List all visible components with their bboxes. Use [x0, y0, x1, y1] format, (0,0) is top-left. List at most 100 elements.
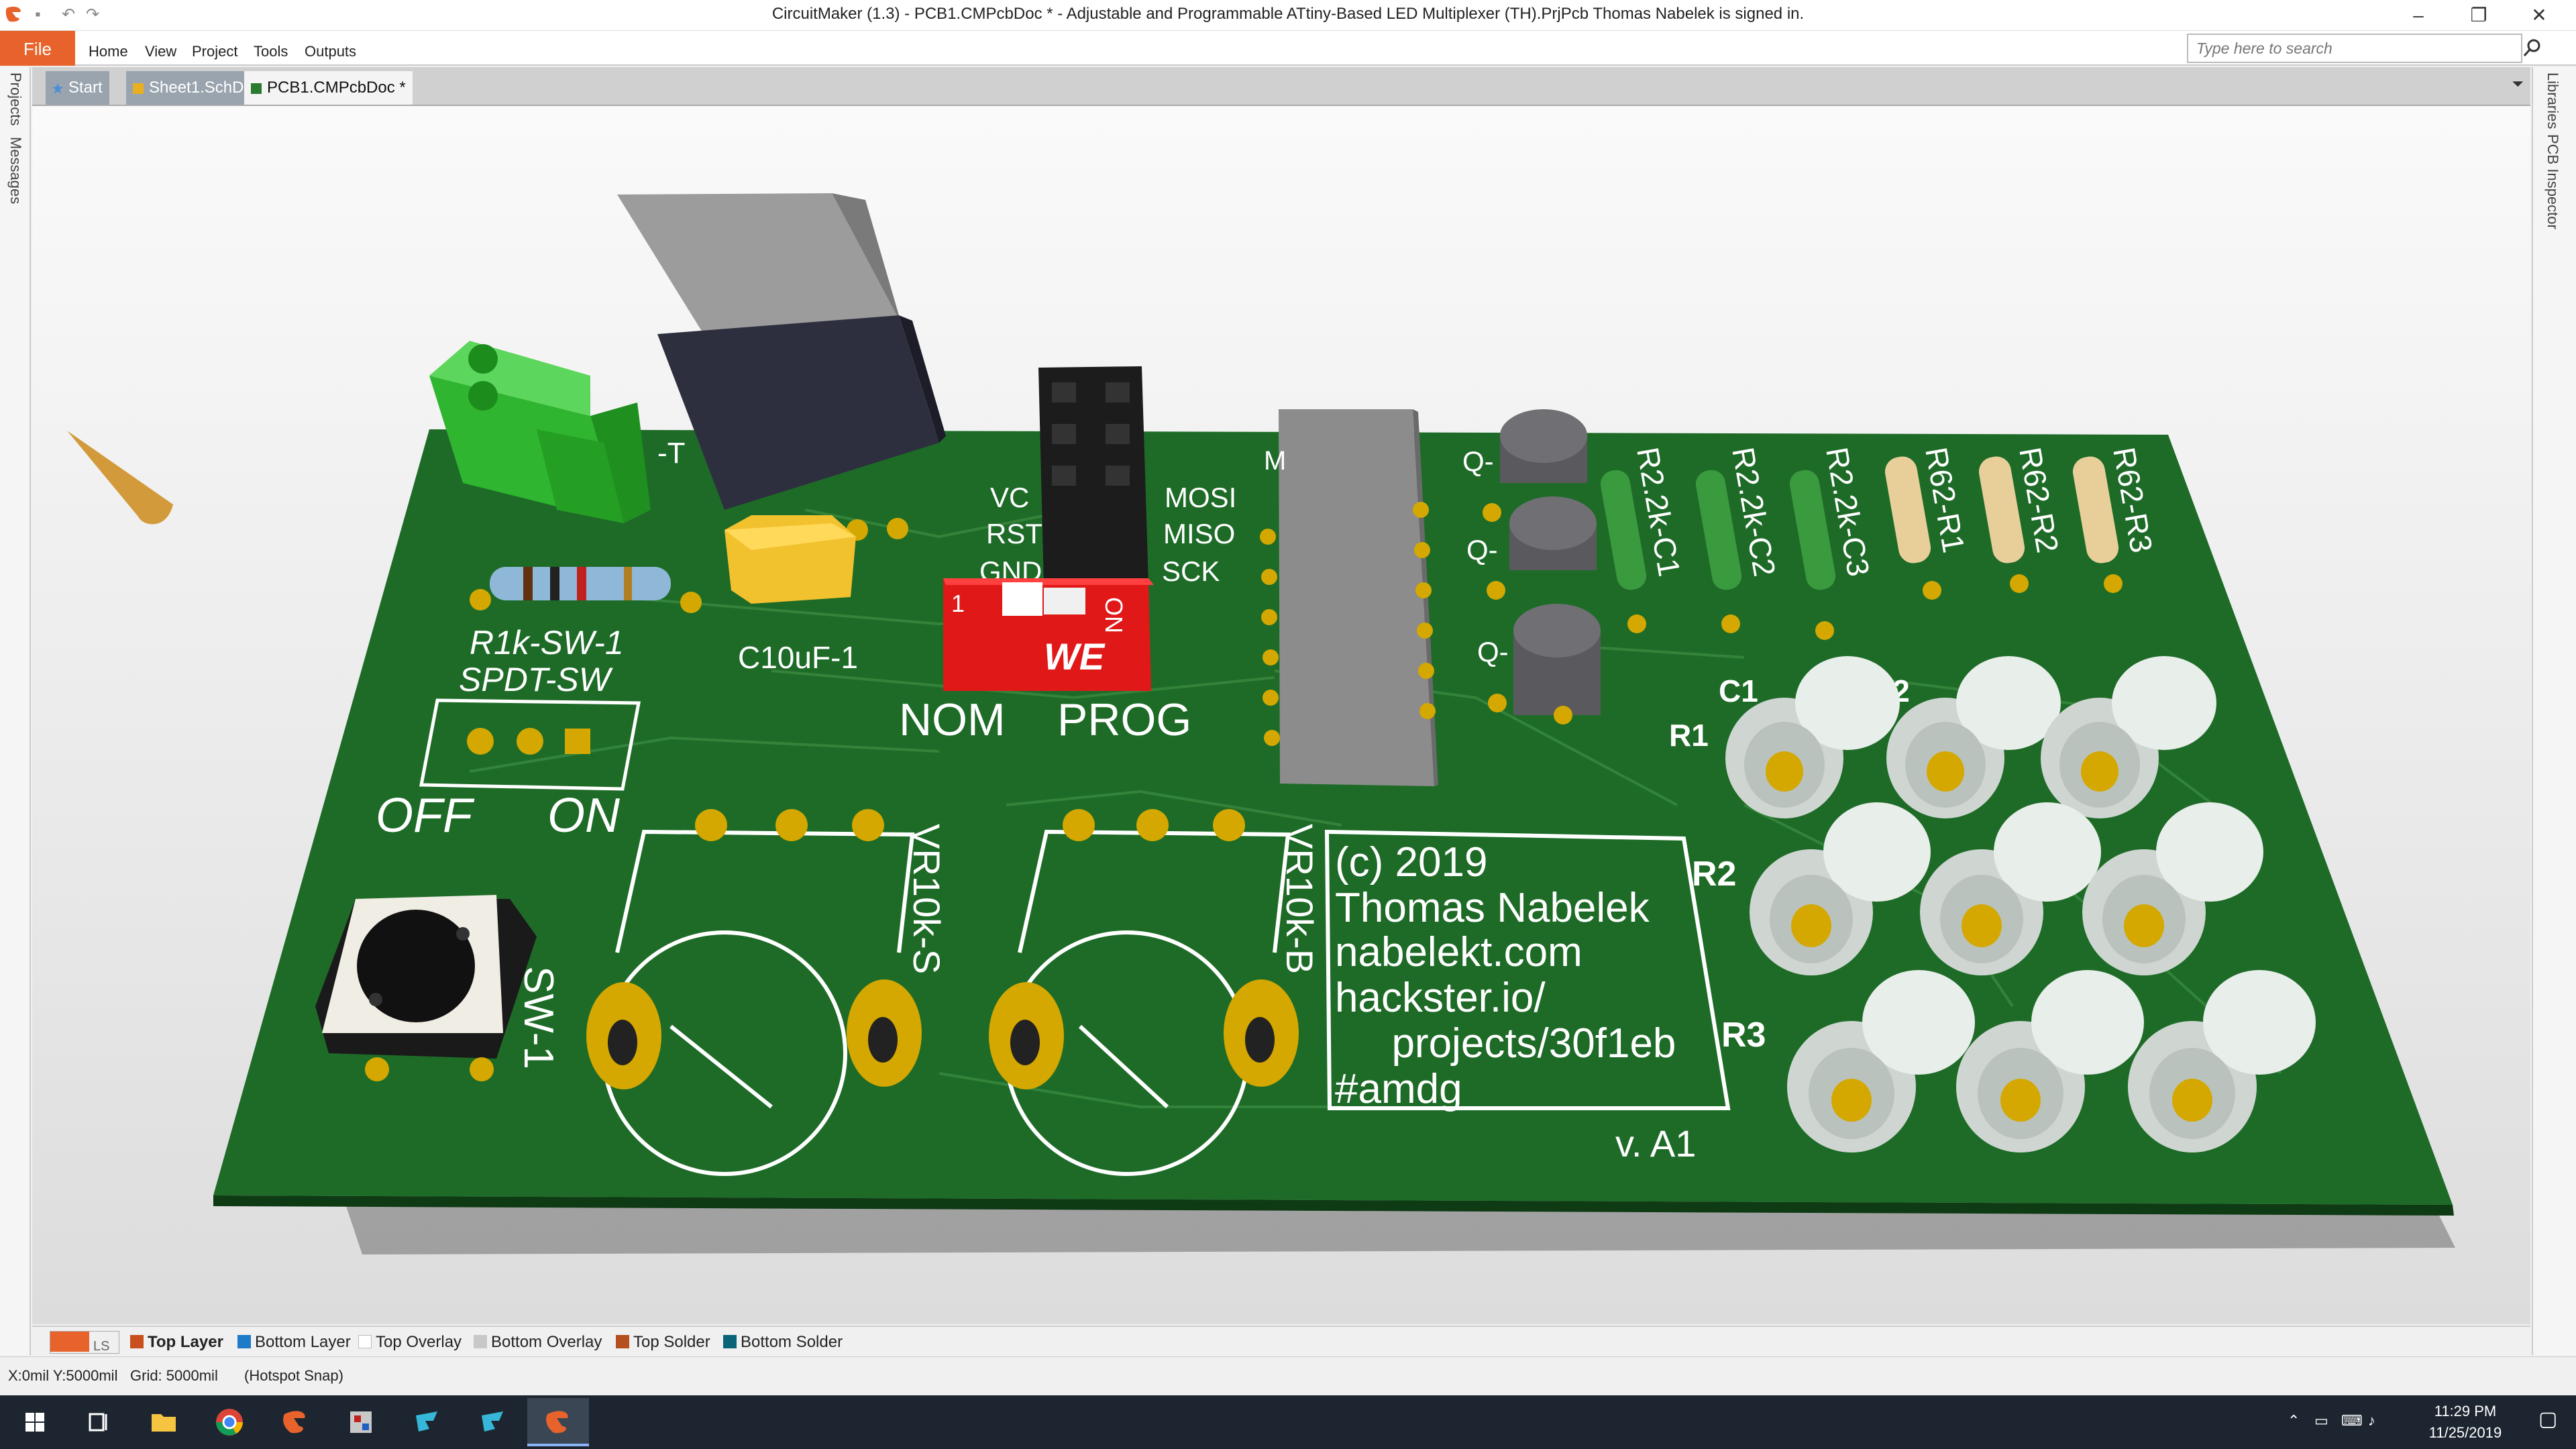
silk-q1: Q- [1462, 445, 1494, 477]
current-layer-swatch [50, 1332, 89, 1352]
capacitor-c10uf[interactable] [724, 515, 856, 604]
layer-label: Bottom Layer [255, 1333, 351, 1351]
pcb-3d-viewport[interactable]: -T C10uF-1 R1k-SW-1 SPDT-SW OFF ON SW-1 … [32, 106, 2530, 1324]
silk-prog: PROG [1057, 694, 1191, 745]
taskbar: ⌃ ▭ ⌨ ♪ 11:29 PM 11/25/2019 ▢ [0, 1395, 2576, 1449]
doc-tab-pcb[interactable]: PCB1.CMPcbDoc * [244, 71, 413, 105]
pcb-3d-view[interactable]: -T C10uF-1 R1k-SW-1 SPDT-SW OFF ON SW-1 … [32, 106, 2530, 1324]
silk-on: ON [547, 789, 621, 843]
silk-nom: NOM [899, 694, 1006, 745]
silk-sck: SCK [1162, 555, 1220, 587]
volume-icon[interactable]: ♪ [2368, 1411, 2375, 1430]
file-button[interactable]: File [0, 31, 75, 66]
ic-attiny[interactable] [1279, 409, 1438, 786]
search-input[interactable] [2187, 34, 2522, 63]
layer-tab-top[interactable]: Top Layer [130, 1332, 223, 1352]
title-bar: ▪ ↶ ↷ CircuitMaker (1.3) - PCB1.CMPcbDoc… [0, 0, 2576, 31]
document-tabs: Start Sheet1.SchDoc PCB1.CMPcbDoc * ⏷ [32, 67, 2530, 106]
tab-view[interactable]: View [145, 43, 176, 60]
circuitmaker-active-icon[interactable] [527, 1398, 589, 1446]
app-taskbar-icon[interactable] [330, 1398, 392, 1446]
search-icon[interactable] [2522, 38, 2542, 58]
windows-start-icon[interactable] [4, 1398, 66, 1446]
network-icon[interactable]: ⌨ [2341, 1411, 2363, 1430]
panel-tab-projects[interactable]: Projects [7, 72, 24, 125]
status-snap: (Hotspot Snap) [244, 1367, 343, 1384]
status-coords: X:0mil Y:5000mil [8, 1367, 118, 1384]
credit-line: hackster.io/ [1335, 975, 1546, 1021]
close-button[interactable]: ✕ [2502, 0, 2576, 31]
dip-number: 1 [951, 590, 965, 617]
layer-swatch [237, 1335, 251, 1348]
tab-tools[interactable]: Tools [254, 43, 288, 60]
tab-list-icon[interactable]: ⏷ [2512, 75, 2524, 93]
silk-rst: RST [986, 518, 1042, 549]
layer-swatch [616, 1335, 629, 1348]
silk-row-r2: R2 [1692, 855, 1736, 894]
tray-time[interactable]: 11:29 PM [2415, 1402, 2516, 1421]
chrome-icon[interactable] [199, 1398, 260, 1446]
silk-q3: Q- [1477, 636, 1509, 667]
dip-brand: WE [1044, 635, 1106, 678]
silk-row-r1: R1 [1669, 718, 1709, 753]
layer-swatch [723, 1335, 737, 1348]
layer-tab-bottom-solder[interactable]: Bottom Solder [723, 1332, 843, 1352]
silk-cap-label: C10uF-1 [738, 640, 858, 675]
credit-line: (c) 2019 [1335, 839, 1487, 885]
left-panel: Projects Messages [0, 67, 31, 1355]
layer-tab-bottom[interactable]: Bottom Layer [237, 1332, 351, 1352]
silk-version: v. A1 [1615, 1122, 1696, 1165]
tab-project[interactable]: Project [192, 43, 237, 60]
layer-tab-top-overlay[interactable]: Top Overlay [358, 1332, 462, 1352]
layer-tabs: LS Top Layer Bottom Layer Top Overlay Bo… [32, 1326, 2530, 1356]
credit-line: nabelekt.com [1335, 929, 1582, 975]
isp-header[interactable] [1038, 366, 1148, 585]
silk-m: M [1264, 446, 1286, 476]
altium-taskbar-icon-2[interactable] [462, 1398, 523, 1446]
transistors[interactable] [1500, 409, 1601, 715]
doc-tab-label: PCB1.CMPcbDoc * [267, 78, 406, 97]
silk-miso: MISO [1163, 518, 1235, 549]
star-icon [52, 83, 63, 94]
app-window: ▪ ↶ ↷ CircuitMaker (1.3) - PCB1.CMPcbDoc… [0, 0, 2576, 1449]
tray-date[interactable]: 11/25/2019 [2415, 1424, 2516, 1442]
credit-line: projects/30f1eb [1368, 1020, 1676, 1067]
doc-tab-label: Start [68, 78, 103, 97]
panel-tab-messages[interactable]: Messages [7, 137, 24, 204]
dip-on-label: ON [1100, 597, 1128, 633]
silk-vcc: VC [990, 482, 1029, 513]
silk-vr-b: VR10k-B [1279, 824, 1321, 974]
notification-icon[interactable]: ▢ [2538, 1409, 2557, 1430]
layer-label: Top Solder [633, 1333, 710, 1351]
layer-tab-bottom-overlay[interactable]: Bottom Overlay [474, 1332, 602, 1352]
schematic-icon [133, 83, 144, 94]
silk-mosi: MOSI [1165, 482, 1236, 513]
panel-tab-pcb-inspector[interactable]: PCB Inspector [2544, 134, 2561, 229]
window-title: CircuitMaker (1.3) - PCB1.CMPcbDoc * - A… [771, 5, 1805, 23]
tab-home[interactable]: Home [89, 43, 128, 60]
spdt-pads [467, 728, 590, 755]
panel-tab-libraries[interactable]: Libraries [2544, 72, 2561, 129]
battery-icon[interactable]: ▭ [2314, 1411, 2328, 1430]
file-explorer-icon[interactable] [133, 1398, 195, 1446]
tab-outputs[interactable]: Outputs [305, 43, 356, 60]
right-panel: Libraries PCB Inspector [2532, 67, 2576, 1355]
silk-c1: C1 [1719, 674, 1758, 708]
silk-vr-s: VR10k-S [906, 824, 948, 974]
silk-sw1: SW-1 [515, 966, 561, 1069]
origin-cone-icon [67, 431, 173, 525]
silk-row-r3: R3 [1721, 1016, 1766, 1055]
task-view-icon[interactable] [67, 1398, 129, 1446]
layer-set-button[interactable]: LS [50, 1331, 119, 1354]
altium-taskbar-icon[interactable] [396, 1398, 458, 1446]
layer-swatch [474, 1335, 487, 1348]
layer-tab-top-solder[interactable]: Top Solder [616, 1332, 710, 1352]
layer-label: Top Layer [148, 1333, 223, 1351]
layer-swatch [358, 1335, 372, 1348]
circuitmaker-taskbar-icon[interactable] [264, 1398, 326, 1446]
tray-chevron-icon[interactable]: ⌃ [2288, 1411, 2300, 1430]
layer-label: Bottom Overlay [491, 1333, 602, 1351]
pcb-icon [251, 83, 262, 94]
layer-label: Bottom Solder [741, 1333, 843, 1351]
doc-tab-start[interactable]: Start [46, 71, 109, 105]
